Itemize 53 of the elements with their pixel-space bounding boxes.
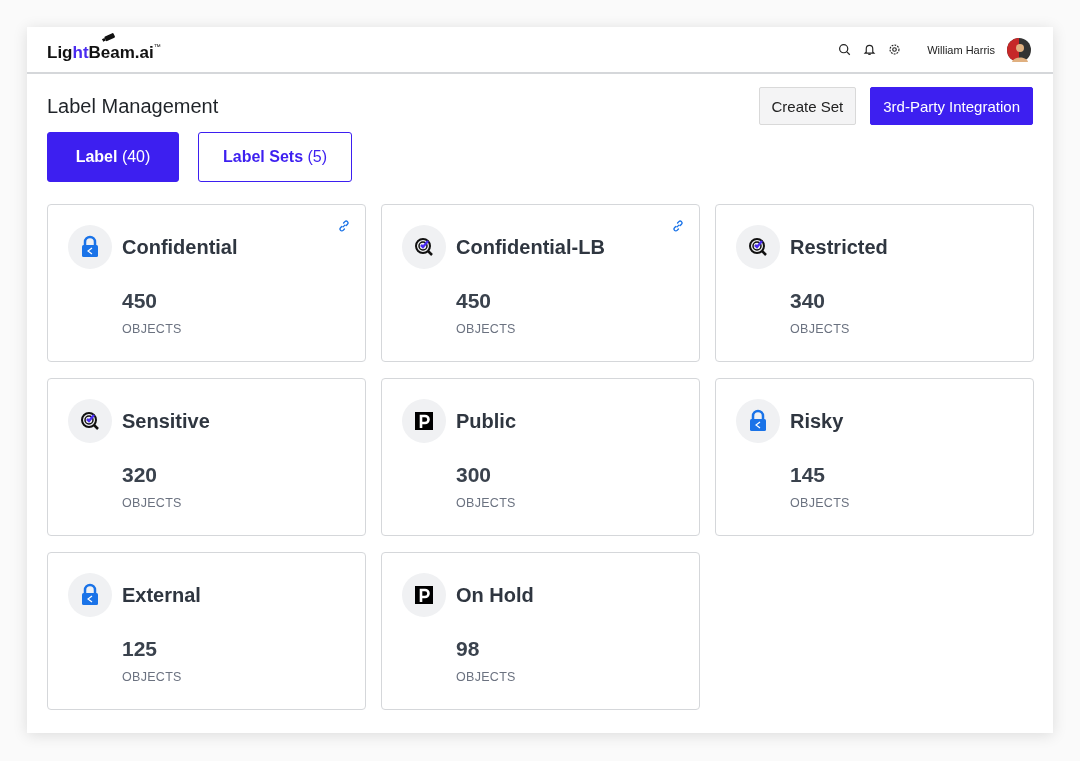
label-card[interactable]: Restricted 340 OBJECTS [715, 204, 1034, 362]
p-logo-icon [402, 399, 446, 443]
tab[interactable]: Label (40) [47, 132, 179, 182]
label-name: Risky [790, 409, 844, 433]
count-unit: OBJECTS [790, 496, 851, 510]
label-card[interactable]: Public 300 OBJECTS [381, 378, 700, 536]
label-name: On Hold [456, 583, 534, 607]
label-name: Restricted [790, 235, 888, 259]
fingerprint-icon [402, 225, 446, 269]
label-name: Public [456, 409, 516, 433]
avatar[interactable] [1007, 37, 1031, 62]
object-count: 450 [122, 289, 159, 313]
link-icon[interactable] [337, 219, 351, 233]
object-count: 98 [456, 637, 481, 661]
count-unit: OBJECTS [456, 322, 517, 336]
label-name: Sensitive [122, 409, 210, 433]
count-unit: OBJECTS [122, 670, 183, 684]
count-unit: OBJECTS [122, 496, 183, 510]
fingerprint-icon [736, 225, 780, 269]
label-card[interactable]: Confidential-LB 450 OBJECTS [381, 204, 700, 362]
tab[interactable]: Label Sets (5) [198, 132, 353, 182]
object-count: 300 [456, 463, 493, 487]
settings-icon[interactable] [888, 43, 902, 56]
lock-icon [736, 399, 780, 443]
fingerprint-icon [68, 399, 112, 443]
count-unit: OBJECTS [122, 322, 183, 336]
label-name: Confidential-LB [456, 235, 605, 259]
logo[interactable]: LightBeam.ai$^{™}$ [47, 36, 161, 63]
p-logo-icon [402, 573, 446, 617]
label-card[interactable]: Risky 145 OBJECTS [715, 378, 1034, 536]
action-button[interactable]: Create Set [758, 87, 857, 125]
object-count: 320 [122, 463, 159, 487]
count-unit: OBJECTS [456, 496, 517, 510]
user-name[interactable]: William Harris [927, 43, 995, 56]
link-icon[interactable] [671, 219, 685, 233]
label-card[interactable]: On Hold 98 OBJECTS [381, 552, 700, 710]
object-count: 340 [790, 289, 827, 313]
object-count: 450 [456, 289, 493, 313]
page-title: Label Management [47, 94, 219, 118]
lock-icon [68, 225, 112, 269]
search-icon[interactable] [838, 43, 852, 56]
bell-icon[interactable] [863, 43, 877, 56]
action-button[interactable]: 3rd-Party Integration [870, 87, 1033, 125]
label-name: Confidential [122, 235, 238, 259]
count-unit: OBJECTS [790, 322, 851, 336]
label-card[interactable]: Sensitive 320 OBJECTS [47, 378, 366, 536]
count-unit: OBJECTS [456, 670, 517, 684]
object-count: 145 [790, 463, 827, 487]
label-name: External [122, 583, 201, 607]
object-count: 125 [122, 637, 159, 661]
label-card[interactable]: External 125 OBJECTS [47, 552, 366, 710]
lock-icon [68, 573, 112, 617]
label-card[interactable]: Confidential 450 OBJECTS [47, 204, 366, 362]
